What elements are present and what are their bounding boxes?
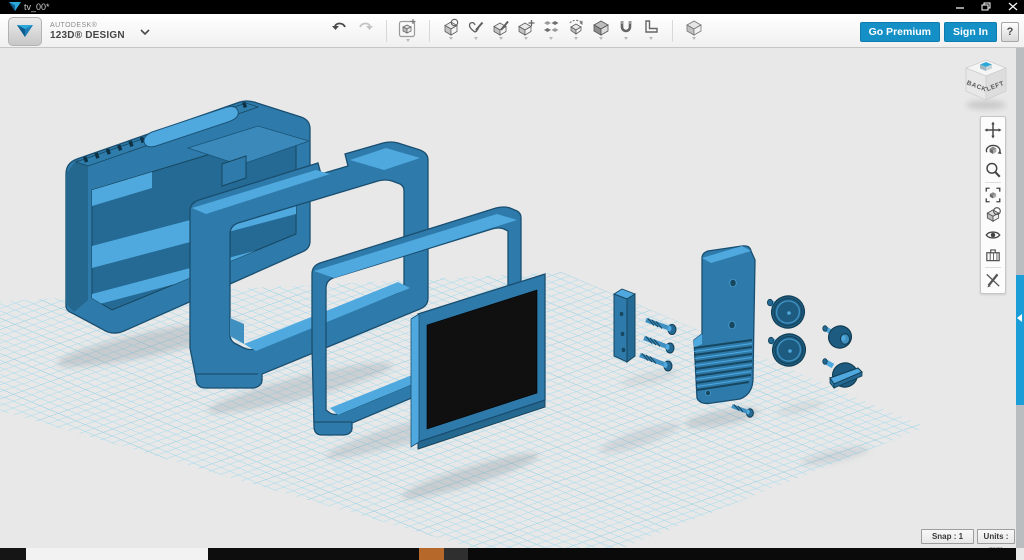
redo-button[interactable] [355, 18, 375, 44]
nav-separator [985, 182, 1001, 183]
app-logo-tile [8, 17, 42, 46]
taskbar-item-gray[interactable] [444, 548, 468, 560]
taskbar-segment [468, 548, 1016, 560]
visibility-icon[interactable] [984, 226, 1002, 244]
undo-button[interactable] [330, 18, 350, 44]
viewport-3d[interactable]: BACK LEFT [0, 48, 1024, 548]
view-cube[interactable]: BACK LEFT [966, 60, 1006, 110]
os-taskbar[interactable] [0, 548, 1024, 560]
orbit-icon[interactable] [984, 141, 1002, 159]
taskbar-item-orange[interactable] [419, 548, 444, 560]
tool-snap[interactable] [616, 18, 636, 44]
grouping-icon [567, 18, 585, 36]
dropdown-caret [649, 37, 653, 40]
tool-pattern[interactable] [541, 18, 561, 44]
tool-combine[interactable] [591, 18, 611, 44]
toolbar-separator [386, 20, 387, 42]
brand-text: AUTODESK® 123D® DESIGN [50, 22, 125, 41]
part-dial-knob-1[interactable] [767, 291, 809, 332]
dropdown-caret [549, 37, 553, 40]
tool-construct[interactable] [491, 18, 511, 44]
sketch-icon [467, 18, 485, 36]
tool-modify[interactable] [516, 18, 536, 44]
toolbar-separator [429, 20, 430, 42]
scene-canvas[interactable]: BACK LEFT [0, 48, 1024, 548]
minimize-button[interactable] [955, 1, 965, 12]
dropdown-caret [406, 39, 410, 42]
collapse-arrow-icon[interactable] [1017, 314, 1022, 322]
document-title: tv_00* [24, 2, 50, 12]
zoom-icon[interactable] [984, 161, 1002, 179]
chevron-down-icon [139, 28, 151, 36]
scroll-thumb[interactable] [1016, 275, 1024, 405]
dropdown-caret [524, 37, 528, 40]
redo-icon [356, 18, 374, 36]
dropdown-caret [474, 37, 478, 40]
magnet-icon [617, 18, 635, 36]
tool-measure[interactable] [641, 18, 661, 44]
units-indicator[interactable]: Units : mm [977, 529, 1015, 544]
app-menu[interactable]: AUTODESK® 123D® DESIGN [8, 17, 151, 46]
dropdown-caret [599, 37, 603, 40]
close-button[interactable] [1008, 1, 1018, 12]
sign-in-button[interactable]: Sign In [944, 22, 997, 42]
part-button-strip[interactable] [614, 289, 635, 362]
dropdown-caret [574, 37, 578, 40]
tool-primitives[interactable] [441, 18, 461, 44]
sketch-plane-icon[interactable] [984, 246, 1002, 264]
dropdown-caret [449, 37, 453, 40]
tool-transform[interactable] [398, 18, 418, 44]
taskbar-show-desktop[interactable] [1016, 548, 1024, 560]
taskbar-active-window[interactable] [26, 548, 208, 560]
restore-button[interactable] [981, 1, 992, 12]
go-premium-button[interactable]: Go Premium [860, 22, 940, 42]
view-cube-icon [685, 18, 703, 36]
help-button[interactable]: ? [1001, 22, 1019, 42]
hide-sketch-icon[interactable] [984, 271, 1002, 289]
transform-icon [398, 18, 418, 38]
brand-autodesk: AUTODESK® [50, 22, 125, 29]
123d-logo-icon [16, 24, 34, 39]
construct-icon [492, 18, 510, 36]
dropdown-caret [624, 37, 628, 40]
pattern-icon [542, 18, 560, 36]
part-small-knob[interactable] [823, 323, 855, 352]
tool-view[interactable] [684, 18, 704, 44]
tool-strip [330, 18, 704, 44]
app-logo-icon [8, 1, 22, 13]
nav-toolbar [980, 116, 1006, 294]
app-window: tv_00* AUTODESK® [0, 0, 1024, 560]
part-back-plate[interactable] [694, 246, 755, 404]
nav-separator [985, 267, 1001, 268]
dropdown-caret [499, 37, 503, 40]
combine-icon [592, 18, 610, 36]
modify-icon [517, 18, 535, 36]
tool-sketch[interactable] [466, 18, 486, 44]
taskbar-segment [0, 548, 26, 560]
brand-123d-design: 123D® DESIGN [50, 31, 125, 41]
taskbar-segment [208, 548, 419, 560]
snap-indicator[interactable]: Snap : 1 [921, 529, 974, 544]
ruler-icon [642, 18, 660, 36]
material-icon[interactable] [984, 206, 1002, 224]
side-scroll-strip[interactable] [1016, 48, 1024, 548]
primitives-icon [442, 18, 460, 36]
fit-view-icon[interactable] [984, 186, 1002, 204]
toolbar-separator [672, 20, 673, 42]
main-toolbar: AUTODESK® 123D® DESIGN [0, 14, 1024, 48]
undo-icon [331, 18, 349, 36]
tool-grouping[interactable] [566, 18, 586, 44]
dropdown-caret [692, 37, 696, 40]
pan-icon[interactable] [984, 121, 1002, 139]
title-bar: tv_00* [0, 0, 1024, 14]
